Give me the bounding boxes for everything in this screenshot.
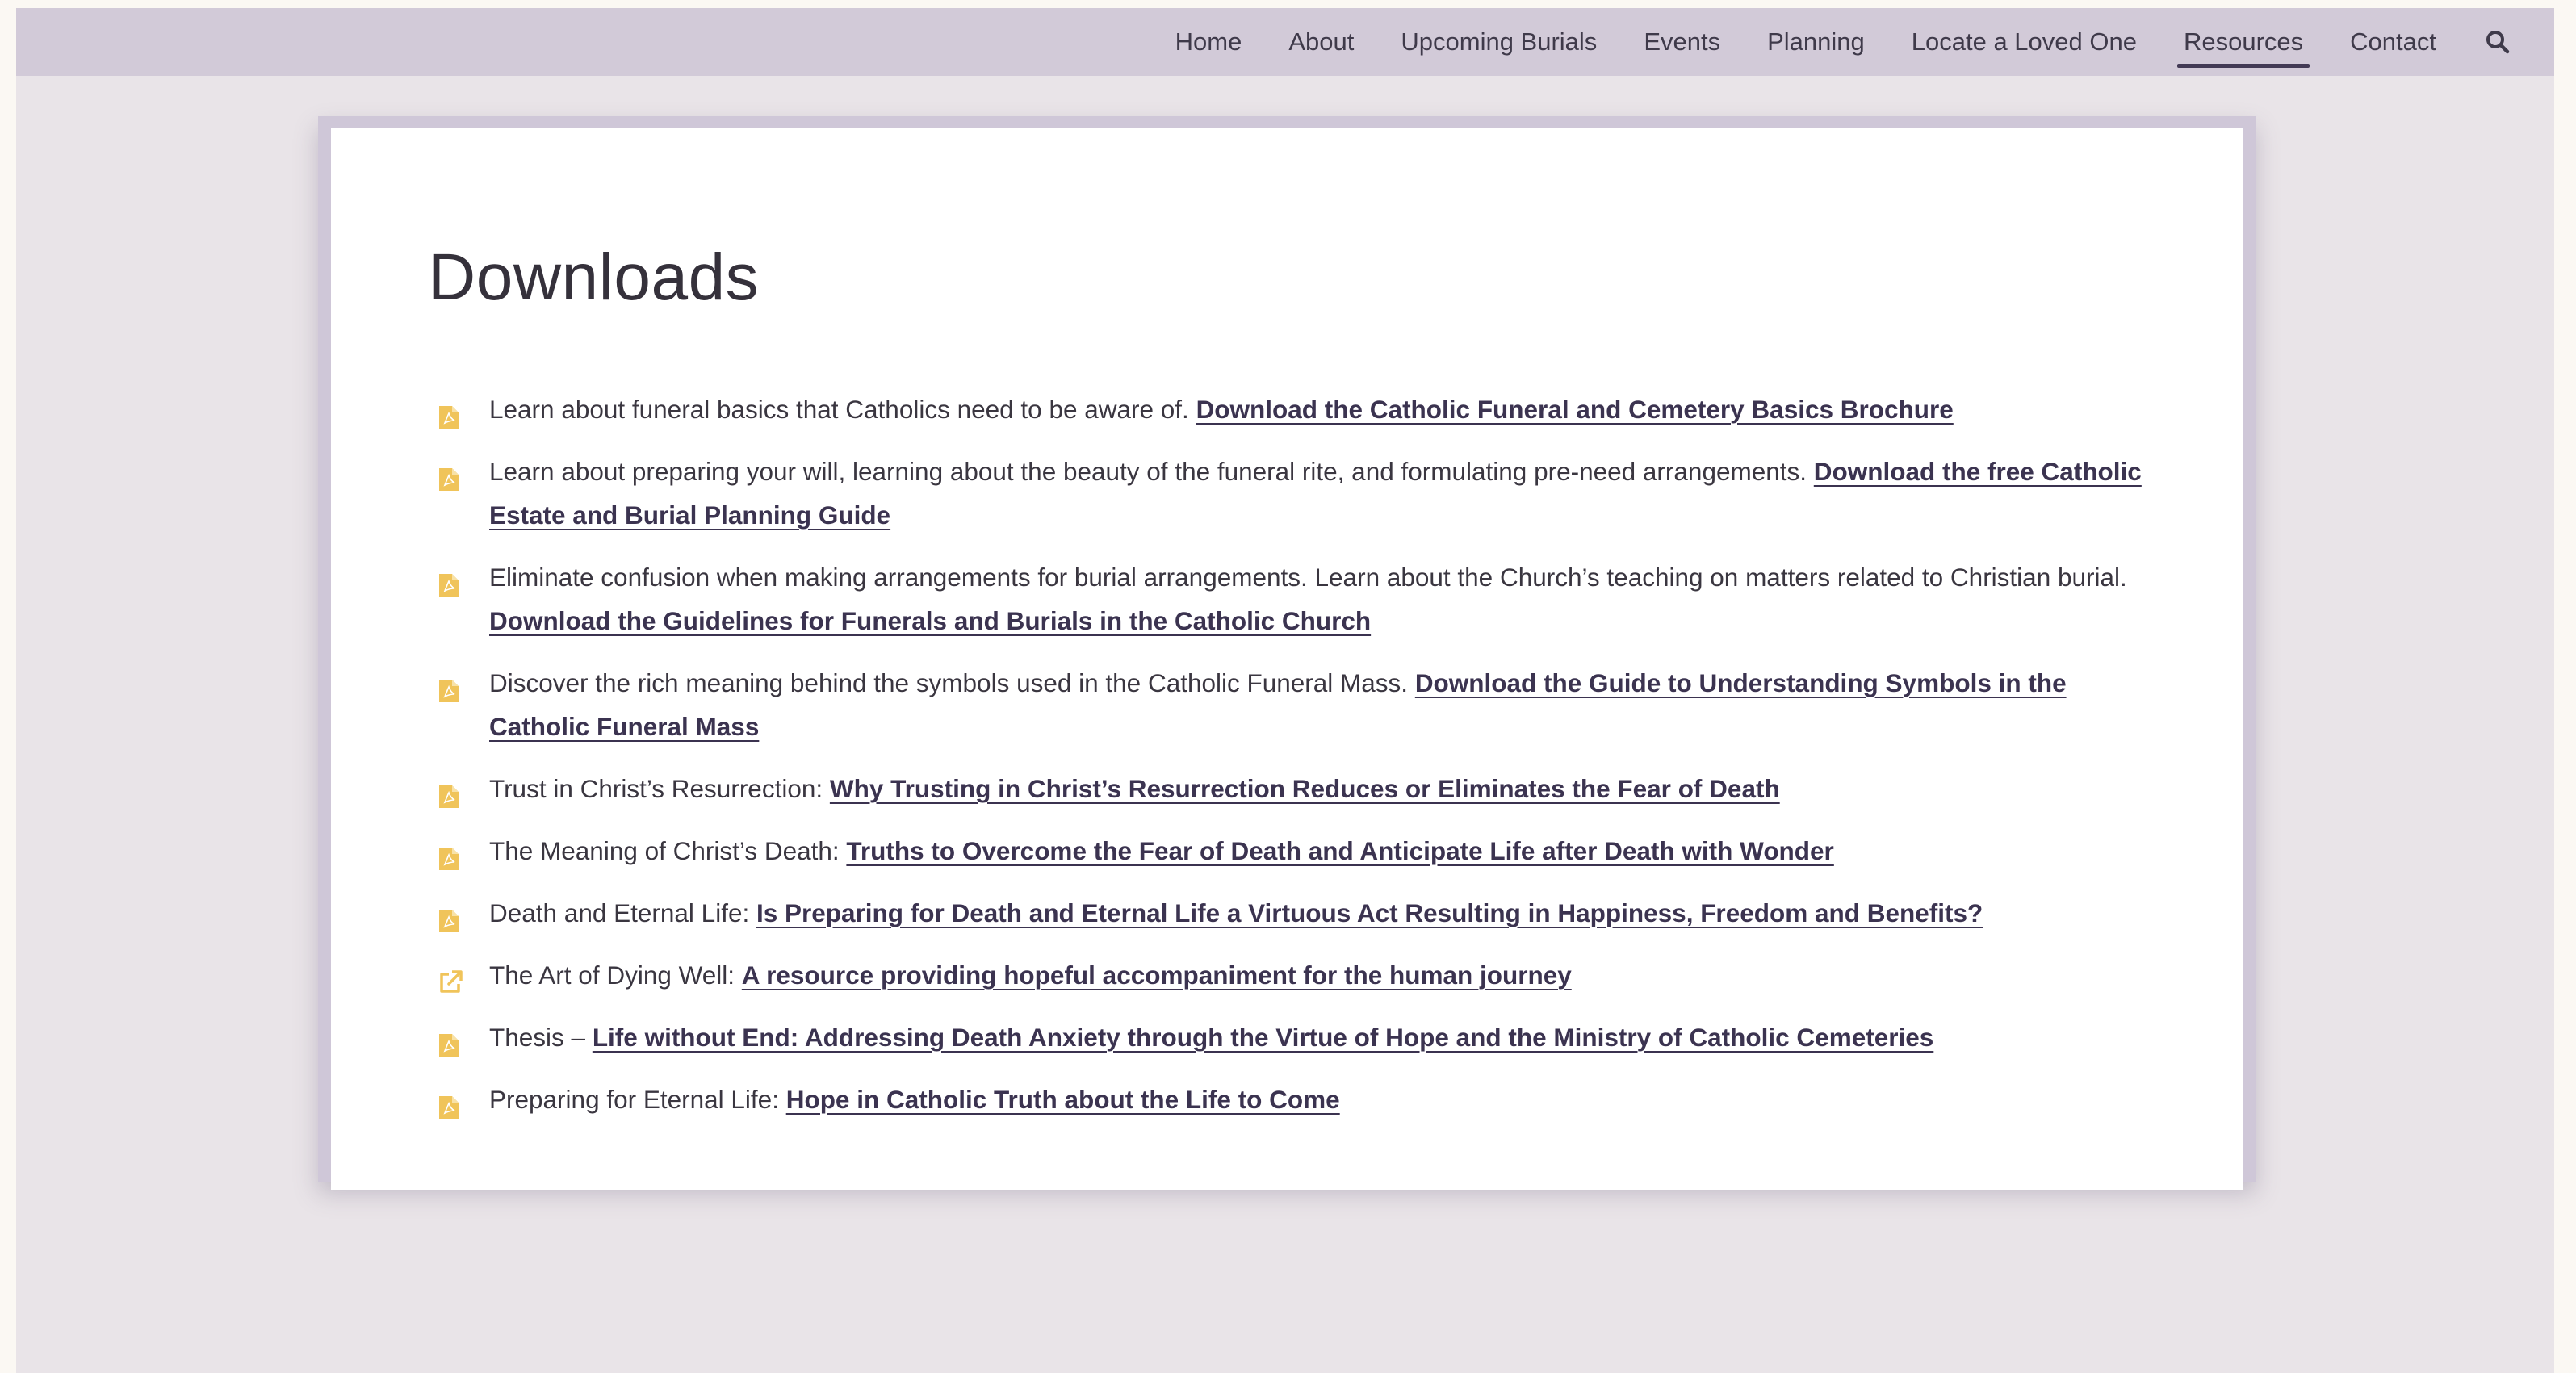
item-description: The Art of Dying Well: [489,961,742,990]
download-list-item: Trust in Christ’s Resurrection: Why Trus… [428,767,2146,810]
item-description: Death and Eternal Life: [489,898,756,927]
search-button[interactable] [2483,8,2512,76]
nav-about[interactable]: About [1288,8,1354,76]
search-icon [2486,31,2510,54]
content-card: Downloads Learn about funeral basics tha… [331,128,2243,1190]
item-description: Learn about funeral basics that Catholic… [489,395,1196,424]
download-list-item: Discover the rich meaning behind the sym… [428,661,2146,748]
pdf-file-icon [438,902,460,932]
item-description: Trust in Christ’s Resurrection: [489,774,830,803]
pdf-file-icon [438,461,460,491]
pdf-file-icon [438,1027,460,1057]
item-description: The Meaning of Christ’s Death: [489,836,847,865]
item-description: Discover the rich meaning behind the sym… [489,668,1415,697]
item-description: Eliminate confusion when making arrangem… [489,563,2127,592]
pdf-file-icon [438,672,460,702]
nav-upcoming-burials[interactable]: Upcoming Burials [1401,8,1597,76]
pdf-file-icon [438,1089,460,1119]
pdf-file-icon [438,778,460,808]
download-list-item: Thesis – Life without End: Addressing De… [428,1015,2146,1059]
content-card-frame: Downloads Learn about funeral basics tha… [318,116,2256,1190]
pdf-file-icon [438,399,460,429]
nav-planning[interactable]: Planning [1767,8,1865,76]
top-navigation-bar: Home About Upcoming Burials Events Plann… [16,8,2554,76]
main-nav: Home About Upcoming Burials Events Plann… [1175,8,2512,76]
download-list-item: Learn about funeral basics that Catholic… [428,387,2146,431]
download-list-item: Learn about preparing your will, learnin… [428,450,2146,537]
download-link[interactable]: Life without End: Addressing Death Anxie… [593,1023,1933,1052]
pdf-file-icon [438,840,460,870]
download-link[interactable]: A resource providing hopeful accompanime… [742,961,1572,990]
nav-contact[interactable]: Contact [2350,8,2436,76]
download-list-item: Death and Eternal Life: Is Preparing for… [428,891,2146,935]
nav-resources[interactable]: Resources [2176,8,2310,76]
page-title: Downloads [428,241,760,314]
download-link[interactable]: Is Preparing for Death and Eternal Life … [756,898,1983,927]
page: Home About Upcoming Burials Events Plann… [16,8,2554,1373]
download-link[interactable]: Download the Catholic Funeral and Cemete… [1196,395,1954,424]
download-list-item: The Meaning of Christ’s Death: Truths to… [428,829,2146,873]
nav-home[interactable]: Home [1175,8,1242,76]
download-link[interactable]: Hope in Catholic Truth about the Life to… [786,1085,1340,1114]
nav-events[interactable]: Events [1644,8,1720,76]
download-link[interactable]: Truths to Overcome the Fear of Death and… [846,836,1833,865]
external-link-icon [438,965,463,993]
item-description: Preparing for Eternal Life: [489,1085,786,1114]
item-description: Thesis – [489,1023,593,1052]
pdf-file-icon [438,567,460,597]
downloads-list: Learn about funeral basics that Catholic… [428,387,2146,1121]
download-link[interactable]: Why Trusting in Christ’s Resurrection Re… [830,774,1780,803]
download-list-item: Preparing for Eternal Life: Hope in Cath… [428,1078,2146,1121]
download-list-item: Eliminate confusion when making arrangem… [428,555,2146,643]
download-link[interactable]: Download the Guidelines for Funerals and… [489,606,1371,635]
nav-locate-a-loved-one[interactable]: Locate a Loved One [1912,8,2137,76]
item-description: Learn about preparing your will, learnin… [489,457,1814,486]
download-list-item: The Art of Dying Well: A resource provid… [428,953,2146,997]
